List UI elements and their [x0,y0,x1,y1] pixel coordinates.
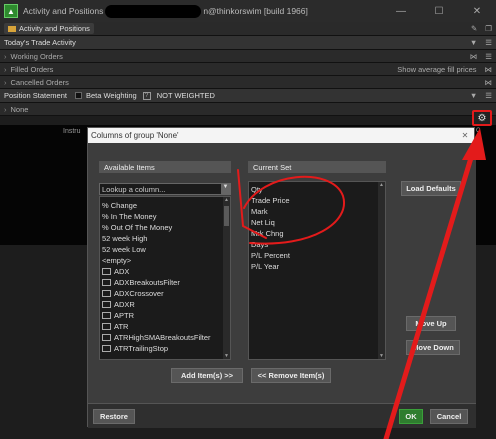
red-arrow-shaft [383,145,477,439]
red-tick-annotation [237,169,267,239]
annotation-overlay [237,128,486,439]
red-arrow-head [462,128,486,160]
